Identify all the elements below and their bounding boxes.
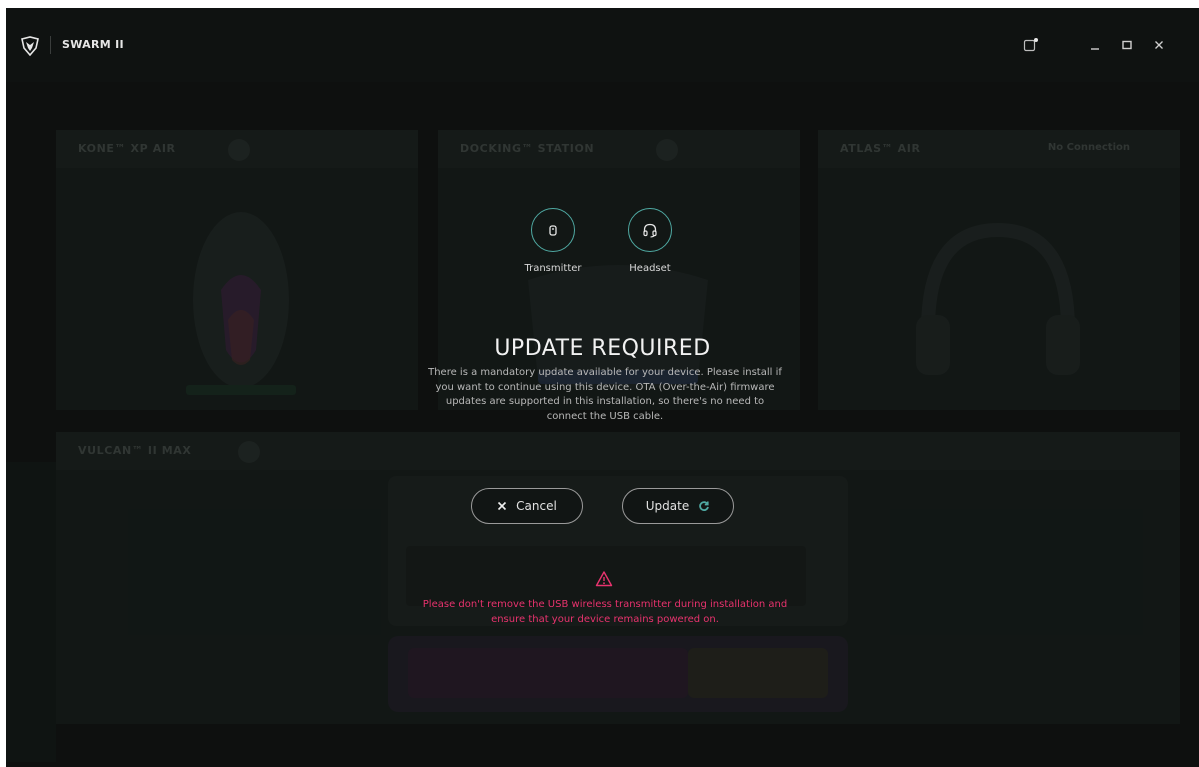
headset-label: Headset — [629, 263, 671, 274]
warning-message: Please don't remove the USB wireless tra… — [422, 599, 788, 625]
headset-icon — [643, 223, 657, 238]
dialog-title: UPDATE REQUIRED — [494, 336, 711, 361]
update-button-label: Update — [645, 499, 690, 513]
dialog-message: There is a mandatory update available fo… — [428, 367, 782, 422]
update-dialog: Transmitter Headset UPDATE REQUIRED Ther… — [6, 8, 1199, 767]
cancel-button[interactable]: Cancel — [471, 488, 583, 524]
refresh-icon — [699, 501, 710, 511]
headset-status — [628, 208, 672, 252]
usb-transmitter-icon — [549, 225, 557, 236]
transmitter-status — [531, 208, 575, 252]
cancel-button-label: Cancel — [516, 499, 557, 513]
app-window: SWARM II KONE™ XP AIR DOCKING™ STATION A… — [6, 8, 1199, 767]
close-icon — [498, 501, 507, 511]
update-button[interactable]: Update — [622, 488, 734, 524]
transmitter-label: Transmitter — [524, 263, 582, 274]
warning-icon — [595, 571, 613, 587]
